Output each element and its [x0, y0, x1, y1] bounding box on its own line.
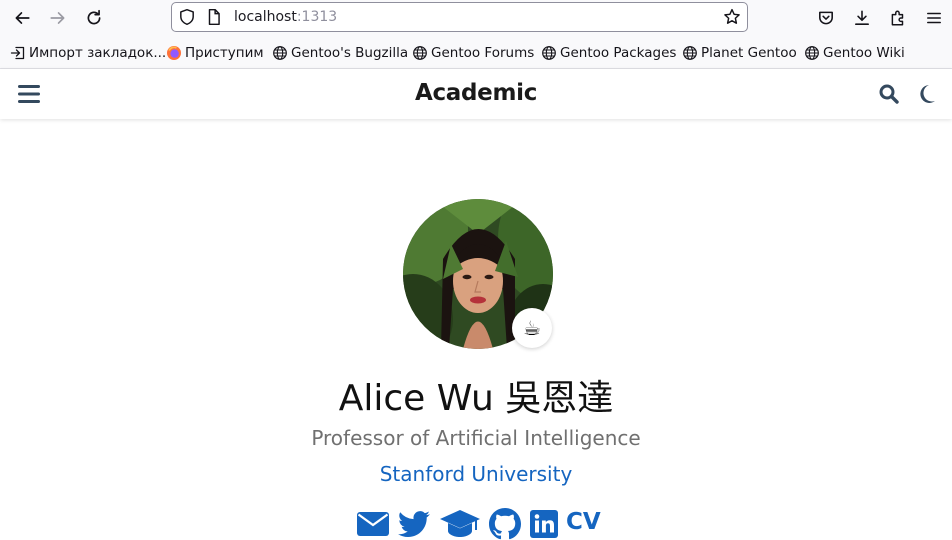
bookmark-label: Gentoo Wiki [823, 45, 905, 61]
downloads-icon[interactable] [850, 6, 874, 30]
site-navbar: Academic [0, 69, 952, 119]
bookmark-gentoo-forums[interactable]: Gentoo Forums [412, 44, 534, 62]
shield-icon[interactable] [175, 5, 199, 29]
bookmark-getting-started[interactable]: Приступим [166, 44, 264, 62]
bookmark-gentoo-bugzilla[interactable]: Gentoo's Bugzilla [272, 44, 408, 62]
back-arrow-icon[interactable] [10, 6, 34, 30]
page-icon [202, 5, 226, 29]
bookmark-import[interactable]: Импорт закладок... [10, 44, 166, 62]
globe-icon [273, 46, 287, 60]
bookmark-gentoo-wiki[interactable]: Gentoo Wiki [804, 44, 905, 62]
globe-icon [413, 46, 427, 60]
browser-toolbar: localhost:1313 [0, 0, 952, 36]
pocket-icon[interactable] [814, 6, 838, 30]
firefox-icon [167, 46, 181, 60]
url-port: :1313 [296, 9, 338, 25]
app-menu-icon[interactable] [922, 6, 946, 30]
bookmark-label: Gentoo Packages [560, 45, 677, 61]
bookmark-gentoo-packages[interactable]: Gentoo Packages [541, 44, 676, 62]
extensions-icon[interactable] [886, 6, 910, 30]
linkedin-icon[interactable] [529, 508, 559, 540]
bookmark-label: Импорт закладок... [29, 45, 167, 61]
url-text[interactable]: localhost:1313 [234, 9, 337, 25]
globe-icon [683, 46, 697, 60]
forward-arrow-icon[interactable] [46, 6, 70, 30]
bookmark-label: Приступим [185, 45, 264, 61]
bookmark-planet-gentoo[interactable]: Planet Gentoo [682, 44, 797, 62]
profile-name: Alice Wu 吳恩達 [338, 378, 614, 419]
globe-icon [805, 46, 819, 60]
globe-icon [542, 46, 556, 60]
profile-organization[interactable]: Stanford University [0, 462, 952, 486]
graduation-cap-icon[interactable] [440, 508, 480, 540]
reload-icon[interactable] [82, 6, 106, 30]
site-brand[interactable]: Academic [0, 80, 952, 106]
bookmark-label: Gentoo Forums [431, 45, 535, 61]
twitter-icon[interactable] [397, 508, 430, 540]
bookmark-label: Planet Gentoo [701, 45, 797, 61]
status-badge: ☕ [512, 308, 552, 348]
url-bar[interactable]: localhost:1313 [171, 2, 748, 32]
cv-link[interactable]: CV [566, 509, 601, 535]
url-host: localhost [234, 9, 297, 25]
envelope-icon[interactable] [356, 508, 389, 540]
profile-role: Professor of Artificial Intelligence [311, 426, 641, 450]
moon-icon[interactable] [916, 83, 938, 105]
github-icon[interactable] [488, 508, 521, 540]
bookmark-label: Gentoo's Bugzilla [291, 45, 409, 61]
import-icon [10, 46, 25, 60]
bookmark-star-icon[interactable] [720, 5, 744, 29]
bookmarks-bar: Импорт закладок... Приступим Gentoo's Bu… [0, 36, 952, 69]
search-icon[interactable] [878, 83, 900, 105]
